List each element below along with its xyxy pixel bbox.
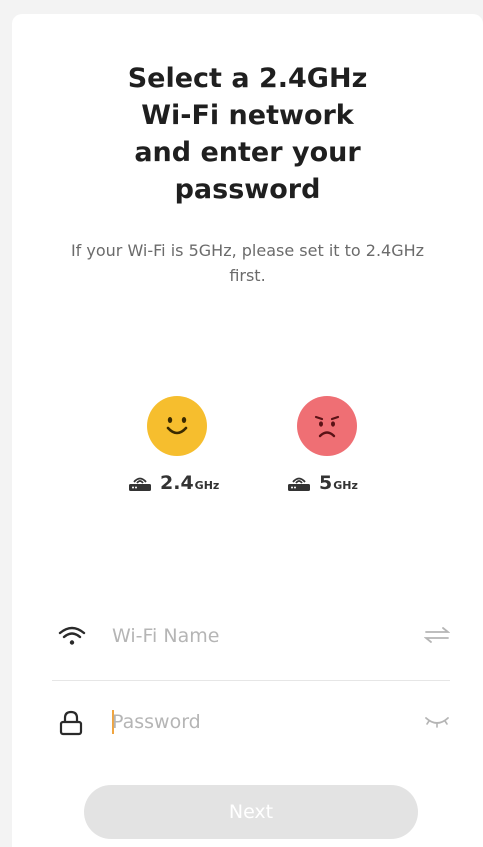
router-icon bbox=[129, 477, 151, 491]
sad-face-icon bbox=[297, 396, 357, 456]
title-line: and enter your bbox=[134, 137, 361, 168]
band-unit: GHz bbox=[333, 479, 358, 492]
page-subtitle: If your Wi-Fi is 5GHz, please set it to … bbox=[70, 241, 425, 285]
page-title: Select a 2.4GHz Wi-Fi network and enter … bbox=[12, 60, 483, 208]
lock-icon bbox=[59, 710, 83, 736]
happy-face-icon bbox=[147, 396, 207, 456]
field-divider bbox=[52, 680, 450, 681]
wifi-setup-card: Select a 2.4GHz Wi-Fi network and enter … bbox=[12, 14, 483, 847]
password-field bbox=[52, 702, 450, 742]
eye-closed-icon[interactable] bbox=[424, 712, 450, 730]
password-input[interactable] bbox=[112, 702, 402, 742]
title-line: Wi-Fi network bbox=[141, 100, 354, 131]
router-icon bbox=[288, 477, 310, 491]
band-5ghz: 5 GHz bbox=[287, 472, 358, 494]
wifi-name-field bbox=[52, 616, 450, 656]
wifi-icon bbox=[58, 626, 86, 645]
wifi-name-input[interactable] bbox=[112, 616, 402, 656]
next-button[interactable]: Next bbox=[84, 785, 418, 839]
title-line: Select a 2.4GHz bbox=[127, 63, 368, 94]
switch-network-icon[interactable] bbox=[424, 626, 450, 644]
band-2-4ghz: 2.4 GHz bbox=[128, 472, 219, 494]
band-unit: GHz bbox=[194, 479, 220, 492]
band-number: 5 bbox=[319, 472, 333, 494]
title-line: password bbox=[174, 174, 321, 205]
band-number: 2.4 bbox=[160, 472, 194, 494]
